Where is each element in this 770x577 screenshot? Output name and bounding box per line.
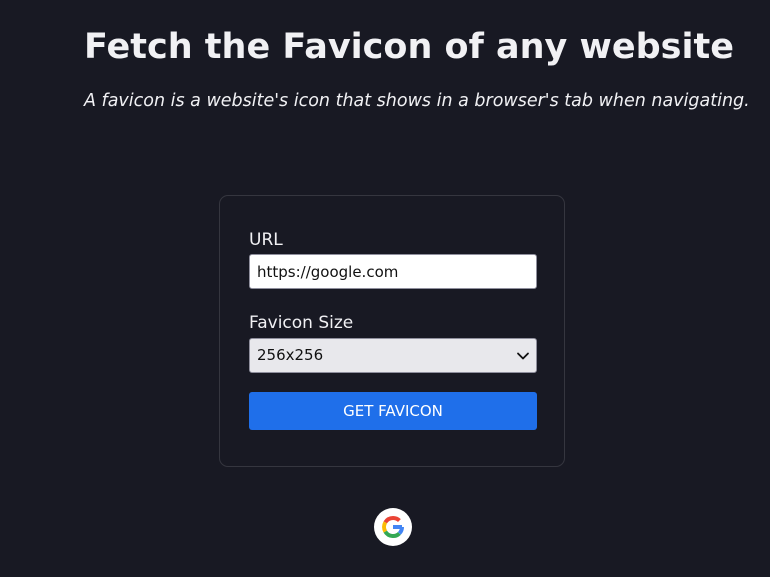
page-title: Fetch the Favicon of any website [84, 27, 734, 67]
url-label: URL [249, 230, 283, 250]
get-favicon-button[interactable]: GET FAVICON [249, 392, 537, 430]
favicon-form-card: URL Favicon Size 256x256 GET FAVICON [219, 195, 565, 467]
google-g-logo-icon [374, 508, 412, 546]
url-input[interactable] [249, 254, 537, 289]
chevron-down-icon [517, 352, 529, 360]
page-subtitle: A favicon is a website's icon that shows… [84, 91, 750, 111]
favicon-fetcher-page: Fetch the Favicon of any website A favic… [0, 0, 770, 577]
favicon-size-label: Favicon Size [249, 313, 354, 333]
favicon-size-selected-value: 256x256 [257, 346, 324, 364]
favicon-size-select[interactable]: 256x256 [249, 338, 537, 373]
